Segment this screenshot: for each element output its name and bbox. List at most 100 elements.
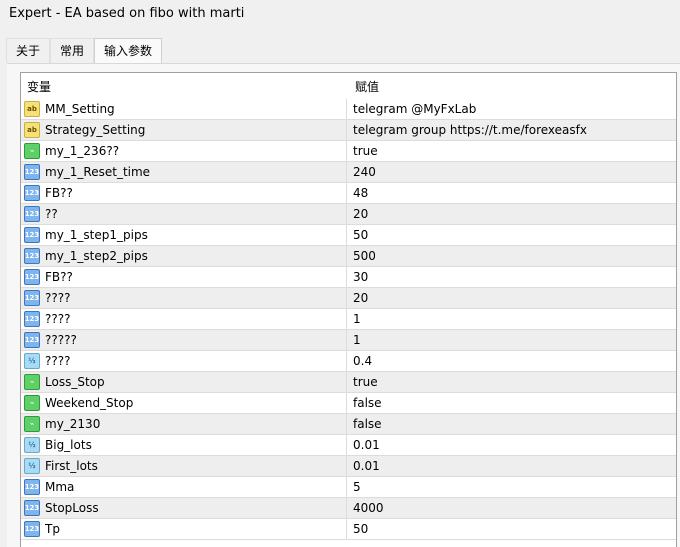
table-row[interactable]: 123???? 20 [21,288,676,309]
window-title: Expert - EA based on fibo with marti [9,6,245,21]
variable-cell: 123 my_1_step1_pips [21,225,347,245]
table-row[interactable]: 123 FB?? 30 [21,267,676,288]
variable-cell: 123???? [21,309,347,329]
bool-type-icon: ⌁ [24,416,40,432]
table-row[interactable]: 123?? 20 [21,204,676,225]
variable-name: Tp [45,522,60,536]
integer-type-icon: 123 [24,248,40,264]
variable-cell: ab MM_Setting [21,99,347,119]
table-row[interactable]: 123 Tp 50 [21,519,676,540]
value-cell[interactable]: 30 [347,270,368,284]
variable-cell: 123 FB?? [21,267,347,287]
table-row[interactable]: ½ First_lots 0.01 [21,456,676,477]
value-cell[interactable]: true [347,144,378,158]
value-cell[interactable]: 50 [347,228,368,242]
variable-cell: ½???? [21,351,347,371]
variable-cell: 123 StopLoss [21,498,347,518]
header-variable[interactable]: 变量 [21,73,349,99]
value-cell[interactable]: telegram group https://t.me/forexeasfx [347,123,587,137]
variable-cell: 123?? [21,204,347,224]
variable-name: ???? [45,354,71,368]
tab-inputs[interactable]: 输入参数 [94,38,163,65]
integer-type-icon: 123 [24,479,40,495]
bool-type-icon: ⌁ [24,395,40,411]
variable-name: my_1_step2_pips [45,249,148,263]
variable-name: MM_Setting [45,102,115,116]
tab-about[interactable]: 关于 [6,38,51,63]
tab-bar: 关于 常用 输入参数 [6,38,163,65]
variable-cell: ⌁ Loss_Stop [21,372,347,392]
table-row[interactable]: 123 my_1_step1_pips 50 [21,225,676,246]
table-row[interactable]: 123 StopLoss 4000 [21,498,676,519]
variable-name: First_lots [45,459,98,473]
variable-name: my_1_step1_pips [45,228,148,242]
integer-type-icon: 123 [24,290,40,306]
table-row[interactable]: 123 FB?? 48 [21,183,676,204]
value-cell[interactable]: true [347,375,378,389]
table-row[interactable]: ab Strategy_Setting telegram group https:/… [21,120,676,141]
table-row[interactable]: 123 Mma 5 [21,477,676,498]
table-row[interactable]: 123????? 1 [21,330,676,351]
variable-name: ????? [45,333,77,347]
variable-name: ???? [45,291,71,305]
table-row[interactable]: ⌁ my_1_236?? true [21,141,676,162]
value-cell[interactable]: 1 [347,312,361,326]
variable-cell: ⌁ Weekend_Stop [21,393,347,413]
value-cell[interactable]: 500 [347,249,376,263]
integer-type-icon: 123 [24,500,40,516]
variable-cell: 123 my_1_step2_pips [21,246,347,266]
table-row[interactable]: 123???? 1 [21,309,676,330]
integer-type-icon: 123 [24,164,40,180]
variable-name: StopLoss [45,501,99,515]
value-cell[interactable]: false [347,417,382,431]
double-type-icon: ½ [24,458,40,474]
string-type-icon: ab [24,101,40,117]
table-row[interactable]: ⌁ Weekend_Stop false [21,393,676,414]
variable-cell: ab Strategy_Setting [21,120,347,140]
variable-name: Weekend_Stop [45,396,134,410]
variable-name: FB?? [45,270,73,284]
variable-name: my_1_Reset_time [45,165,151,179]
value-cell[interactable]: telegram @MyFxLab [347,102,476,116]
variable-name: Big_lots [45,438,92,452]
value-cell[interactable]: 20 [347,207,368,221]
integer-type-icon: 123 [24,185,40,201]
parameters-table: 变量 赋值 ab MM_Setting telegram @MyFxLab ab Str… [20,72,677,547]
table-row[interactable]: ⌁ my_2130 false [21,414,676,435]
table-row[interactable]: ab MM_Setting telegram @MyFxLab [21,99,676,120]
integer-type-icon: 123 [24,311,40,327]
value-cell[interactable]: 20 [347,291,368,305]
variable-cell: 123???? [21,288,347,308]
variable-cell: 123 FB?? [21,183,347,203]
header-value[interactable]: 赋值 [349,78,379,95]
table-row[interactable]: 123 my_1_step2_pips 500 [21,246,676,267]
variable-name: ???? [45,312,71,326]
table-row[interactable]: ½ Big_lots 0.01 [21,435,676,456]
value-cell[interactable]: 240 [347,165,376,179]
value-cell[interactable]: 5 [347,480,361,494]
double-type-icon: ½ [24,437,40,453]
table-row[interactable]: ½???? 0.4 [21,351,676,372]
value-cell[interactable]: 50 [347,522,368,536]
integer-type-icon: 123 [24,206,40,222]
integer-type-icon: 123 [24,521,40,537]
variable-cell: ½ Big_lots [21,435,347,455]
variable-name: my_2130 [45,417,101,431]
double-type-icon: ½ [24,353,40,369]
variable-cell: 123????? [21,330,347,350]
table-row[interactable]: 123 my_1_Reset_time 240 [21,162,676,183]
value-cell[interactable]: 0.4 [347,354,372,368]
value-cell[interactable]: 48 [347,186,368,200]
value-cell[interactable]: 0.01 [347,438,380,452]
tab-common[interactable]: 常用 [50,38,95,63]
variable-name: my_1_236?? [45,144,120,158]
integer-type-icon: 123 [24,227,40,243]
value-cell[interactable]: 1 [347,333,361,347]
variable-cell: 123 Tp [21,519,347,539]
variable-cell: 123 my_1_Reset_time [21,162,347,182]
value-cell[interactable]: false [347,396,382,410]
variable-cell: ⌁ my_2130 [21,414,347,434]
value-cell[interactable]: 4000 [347,501,384,515]
table-row[interactable]: ⌁ Loss_Stop true [21,372,676,393]
value-cell[interactable]: 0.01 [347,459,380,473]
